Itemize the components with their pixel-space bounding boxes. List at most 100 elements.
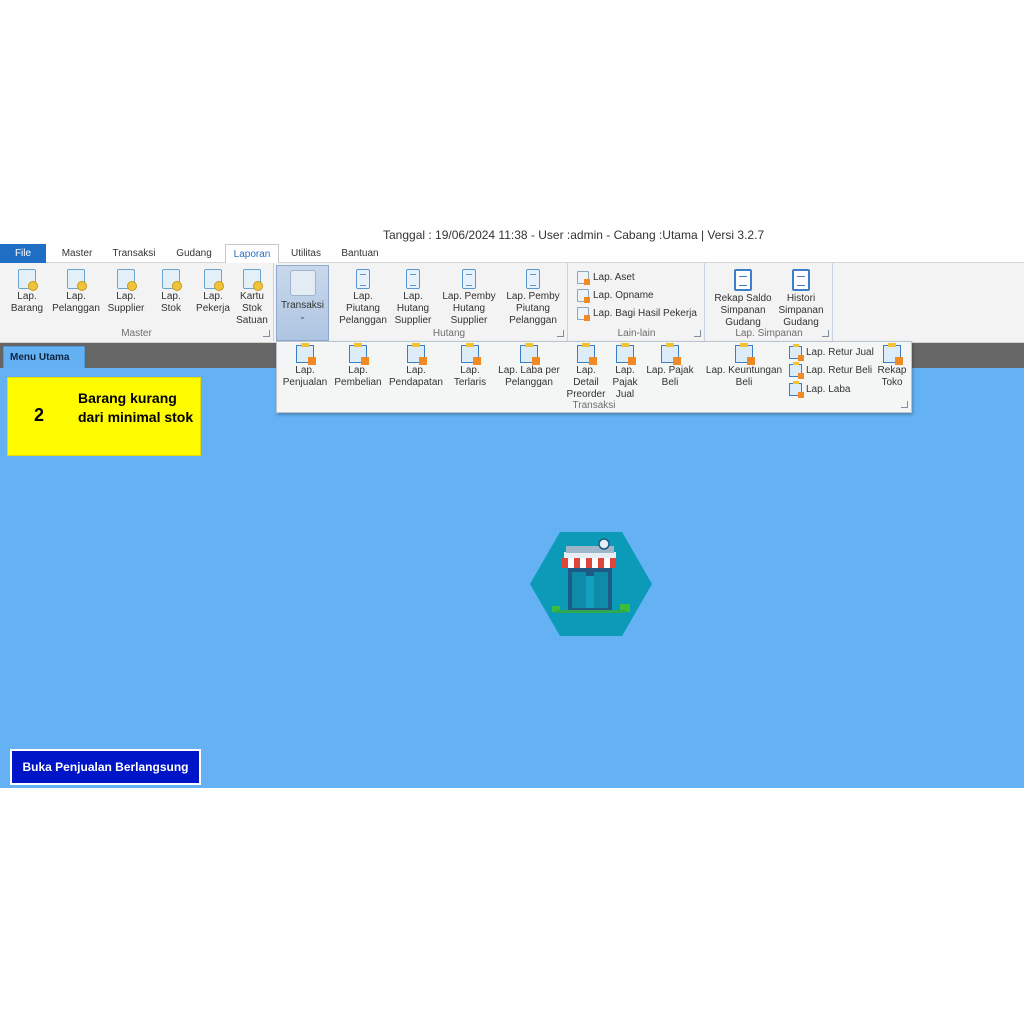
ribbon-tab-bar: File Master Transaksi Gudang Laporan Uti… bbox=[0, 244, 1024, 264]
low-stock-count: 2 bbox=[34, 405, 45, 425]
report-doc-icon bbox=[243, 269, 263, 291]
mini-report-icon bbox=[577, 307, 590, 321]
lap-terlaris-button[interactable]: Lap. Terlaris bbox=[449, 343, 491, 389]
lap-hutang-supplier-button[interactable]: Lap. Hutang Supplier bbox=[391, 269, 435, 327]
transaksi-dropdown-button[interactable]: Transaksi ⌄ bbox=[276, 265, 329, 341]
group-launcher-icon[interactable] bbox=[694, 330, 701, 337]
report-icon bbox=[577, 343, 597, 365]
lap-retur-jual-button[interactable]: Lap. Retur Jual bbox=[789, 344, 874, 361]
transaksi-icon bbox=[289, 270, 316, 296]
lap-pemby-piutang-pelanggan-button[interactable]: Lap. Pemby Piutang Pelanggan bbox=[503, 269, 563, 327]
lap-stok-button[interactable]: Lap. Stok bbox=[154, 269, 188, 315]
report-icon bbox=[349, 343, 369, 365]
lap-stok-label: Lap. Stok bbox=[160, 291, 181, 314]
lap-pekerja-label: Lap. Pekerja bbox=[196, 291, 230, 314]
group-label-transaksi: Transaksi bbox=[572, 400, 616, 411]
report-doc-icon bbox=[204, 269, 224, 291]
chevron-down-icon: ⌄ bbox=[298, 311, 307, 321]
lap-detail-preorder-button[interactable]: Lap. Detail Preorder bbox=[565, 343, 607, 401]
transaksi-label: Transaksi bbox=[281, 300, 324, 311]
mini-report-icon bbox=[577, 289, 590, 303]
lap-pembelian-label: Lap. Pembelian bbox=[334, 365, 382, 388]
lap-penjualan-label: Lap. Penjualan bbox=[282, 365, 328, 388]
lap-pajak-beli-label: Lap. Pajak Beli bbox=[646, 365, 694, 388]
lap-pajak-jual-button[interactable]: Lap. Pajak Jual bbox=[609, 343, 641, 401]
lap-piutang-pelanggan-button[interactable]: Lap. Piutang Pelanggan bbox=[339, 269, 387, 327]
tab-master[interactable]: Master bbox=[54, 244, 100, 263]
report-icon bbox=[735, 343, 755, 365]
report-doc-icon bbox=[67, 269, 87, 291]
ribbon-group-simpanan: Rekap Saldo Simpanan Gudang Histori Simp… bbox=[706, 263, 833, 341]
lap-penjualan-button[interactable]: Lap. Penjualan bbox=[281, 343, 329, 389]
report-icon bbox=[661, 343, 681, 365]
lap-retur-beli-button[interactable]: Lap. Retur Beli bbox=[789, 362, 873, 379]
ribbon-group-lain-lain: Lap. Aset Lap. Opname Lap. Bagi Hasil Pe… bbox=[569, 263, 705, 341]
lap-supplier-button[interactable]: Lap. Supplier bbox=[104, 269, 148, 315]
kartu-stok-satuan-label: Kartu Stok Satuan bbox=[236, 291, 268, 326]
group-launcher-icon[interactable] bbox=[901, 401, 908, 408]
ribbon-group-master: Lap. Barang Lap. Pelanggan Lap. Supplier… bbox=[0, 263, 274, 341]
tab-menu-utama[interactable]: Menu Utama bbox=[3, 346, 85, 368]
window-title: Tanggal : 19/06/2024 11:38 - User :admin… bbox=[383, 228, 765, 242]
report-icon bbox=[296, 343, 316, 365]
clipboard-icon bbox=[462, 269, 476, 289]
tab-laporan[interactable]: Laporan bbox=[225, 244, 279, 264]
lap-opname-button[interactable]: Lap. Opname bbox=[577, 289, 654, 303]
lap-pembelian-button[interactable]: Lap. Pembelian bbox=[333, 343, 383, 389]
tab-gudang[interactable]: Gudang bbox=[168, 244, 220, 263]
clipboard-icon bbox=[356, 269, 370, 289]
tab-file[interactable]: File bbox=[0, 244, 46, 263]
ribbon: Lap. Barang Lap. Pelanggan Lap. Supplier… bbox=[0, 263, 1024, 343]
group-launcher-icon[interactable] bbox=[557, 330, 564, 337]
lap-pekerja-button[interactable]: Lap. Pekerja bbox=[193, 269, 233, 315]
lap-laba-per-pelanggan-label: Lap. Laba per Pelanggan bbox=[498, 365, 560, 388]
rekap-toko-button[interactable]: Rekap Toko bbox=[875, 343, 909, 389]
mini-report-icon bbox=[577, 271, 590, 285]
report-icon bbox=[520, 343, 540, 365]
page-icon bbox=[792, 269, 810, 291]
lap-pelanggan-label: Lap. Pelanggan bbox=[52, 291, 100, 314]
tab-bantuan[interactable]: Bantuan bbox=[334, 244, 386, 263]
group-label-simpanan: Lap. Simpanan bbox=[735, 328, 803, 339]
ribbon-group-hutang: Lap. Piutang Pelanggan Lap. Hutang Suppl… bbox=[331, 263, 568, 341]
lap-piutang-pelanggan-label: Lap. Piutang Pelanggan bbox=[339, 291, 387, 326]
report-icon bbox=[789, 344, 804, 361]
open-sale-button[interactable]: Buka Penjualan Berlangsung bbox=[10, 749, 201, 785]
report-icon bbox=[789, 362, 804, 379]
group-label-lain-lain: Lain-lain bbox=[617, 328, 656, 339]
window-title-bar: Tanggal : 19/06/2024 11:38 - User :admin… bbox=[0, 226, 1024, 244]
report-doc-icon bbox=[18, 269, 38, 291]
lap-pajak-jual-label: Lap. Pajak Jual bbox=[612, 365, 638, 400]
lap-opname-label: Lap. Opname bbox=[593, 290, 654, 302]
lap-detail-preorder-label: Lap. Detail Preorder bbox=[566, 365, 606, 400]
tab-utilitas[interactable]: Utilitas bbox=[283, 244, 329, 263]
store-logo-icon bbox=[530, 530, 652, 638]
histori-simpanan-gudang-button[interactable]: Histori Simpanan Gudang bbox=[776, 269, 826, 329]
lap-aset-button[interactable]: Lap. Aset bbox=[577, 271, 635, 285]
lap-pemby-hutang-supplier-button[interactable]: Lap. Pemby Hutang Supplier bbox=[439, 269, 499, 327]
rekap-toko-label: Rekap Toko bbox=[877, 365, 907, 388]
kartu-stok-satuan-button[interactable]: Kartu Stok Satuan bbox=[236, 269, 268, 327]
transaksi-dropdown-panel: Lap. Penjualan Lap. Pembelian Lap. Penda… bbox=[276, 341, 912, 413]
lap-barang-button[interactable]: Lap. Barang bbox=[6, 269, 48, 315]
lap-bagi-hasil-pekerja-button[interactable]: Lap. Bagi Hasil Pekerja bbox=[577, 307, 697, 321]
low-stock-notification[interactable]: 2 Barang kurang dari minimal stok bbox=[7, 377, 201, 456]
report-icon bbox=[407, 343, 427, 365]
group-launcher-icon[interactable] bbox=[263, 330, 270, 337]
lap-retur-jual-label: Lap. Retur Jual bbox=[806, 347, 874, 359]
group-launcher-icon[interactable] bbox=[822, 330, 829, 337]
rekap-saldo-simpanan-gudang-button[interactable]: Rekap Saldo Simpanan Gudang bbox=[712, 269, 774, 329]
lap-pajak-beli-button[interactable]: Lap. Pajak Beli bbox=[645, 343, 695, 389]
lap-retur-beli-label: Lap. Retur Beli bbox=[806, 365, 873, 377]
lap-laba-per-pelanggan-button[interactable]: Lap. Laba per Pelanggan bbox=[495, 343, 563, 389]
lap-pendapatan-button[interactable]: Lap. Pendapatan bbox=[387, 343, 445, 389]
report-doc-icon bbox=[162, 269, 182, 291]
lap-pelanggan-button[interactable]: Lap. Pelanggan bbox=[50, 269, 102, 315]
lap-laba-button[interactable]: Lap. Laba bbox=[789, 381, 851, 398]
report-icon bbox=[789, 381, 804, 398]
lap-keuntungan-beli-button[interactable]: Lap. Keuntungan Beli bbox=[705, 343, 783, 389]
clipboard-icon bbox=[526, 269, 540, 289]
lap-barang-label: Lap. Barang bbox=[10, 291, 44, 314]
tab-transaksi[interactable]: Transaksi bbox=[108, 244, 160, 263]
report-icon bbox=[461, 343, 481, 365]
